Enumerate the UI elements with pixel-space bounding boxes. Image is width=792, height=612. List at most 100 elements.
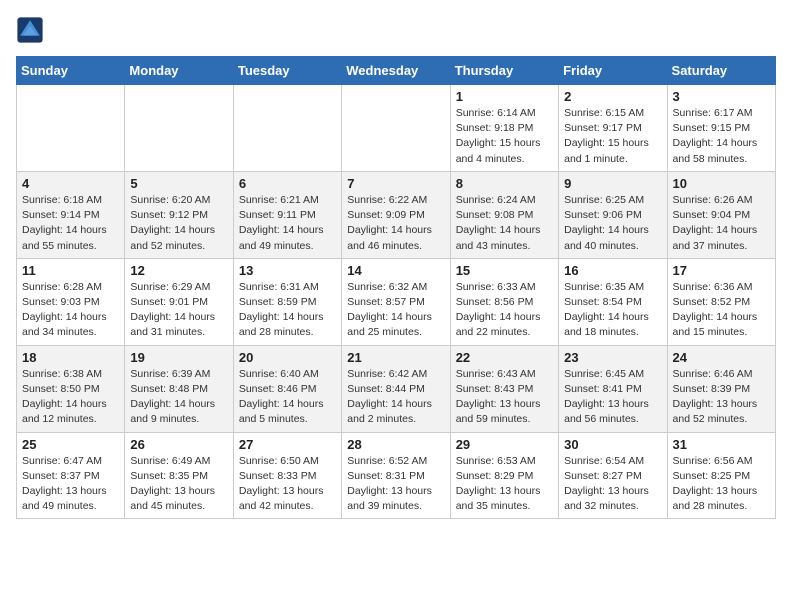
day-number: 18: [22, 350, 119, 365]
day-number: 4: [22, 176, 119, 191]
day-number: 14: [347, 263, 444, 278]
calendar-cell: 1Sunrise: 6:14 AM Sunset: 9:18 PM Daylig…: [450, 85, 558, 172]
day-number: 25: [22, 437, 119, 452]
calendar-cell: 4 Sunrise: 6:18 AM Sunset: 9:14 PM Daylig…: [17, 171, 125, 258]
day-info: Sunrise: 6:31 AM Sunset: 8:59 PM Dayligh…: [239, 280, 336, 341]
day-info: Sunrise: 6:39 AM Sunset: 8:48 PM Dayligh…: [130, 367, 227, 428]
day-number: 27: [239, 437, 336, 452]
day-number: 19: [130, 350, 227, 365]
day-number: 8: [456, 176, 553, 191]
day-info: Sunrise: 6:33 AM Sunset: 8:56 PM Dayligh…: [456, 280, 553, 341]
calendar-cell: [17, 85, 125, 172]
week-row-4: 18 Sunrise: 6:38 AM Sunset: 8:50 PM Dayli…: [17, 345, 776, 432]
day-info: Sunrise: 6:24 AM Sunset: 9:08 PM Dayligh…: [456, 193, 553, 254]
calendar-cell: 16 Sunrise: 6:35 AM Sunset: 8:54 PM Dayli…: [559, 258, 667, 345]
calendar-cell: 2 Sunrise: 6:15 AM Sunset: 9:17 PM Daylig…: [559, 85, 667, 172]
day-info: Sunrise: 6:52 AM Sunset: 8:31 PM Dayligh…: [347, 454, 444, 515]
col-header-thursday: Thursday: [450, 57, 558, 85]
day-number: 22: [456, 350, 553, 365]
day-number: 13: [239, 263, 336, 278]
calendar-cell: 31Sunrise: 6:56 AM Sunset: 8:25 PM Dayli…: [667, 432, 775, 519]
calendar-cell: 28 Sunrise: 6:52 AM Sunset: 8:31 PM Dayli…: [342, 432, 450, 519]
calendar-cell: 18 Sunrise: 6:38 AM Sunset: 8:50 PM Dayli…: [17, 345, 125, 432]
day-number: 6: [239, 176, 336, 191]
day-info: Sunrise: 6:56 AM Sunset: 8:25 PM Dayligh…: [673, 454, 770, 515]
week-row-2: 4 Sunrise: 6:18 AM Sunset: 9:14 PM Daylig…: [17, 171, 776, 258]
calendar-cell: 25Sunrise: 6:47 AM Sunset: 8:37 PM Dayli…: [17, 432, 125, 519]
calendar-cell: [233, 85, 341, 172]
calendar-cell: 11 Sunrise: 6:28 AM Sunset: 9:03 PM Dayli…: [17, 258, 125, 345]
week-row-5: 25Sunrise: 6:47 AM Sunset: 8:37 PM Dayli…: [17, 432, 776, 519]
day-info: Sunrise: 6:42 AM Sunset: 8:44 PM Dayligh…: [347, 367, 444, 428]
day-number: 2: [564, 89, 661, 104]
day-info: Sunrise: 6:45 AM Sunset: 8:41 PM Dayligh…: [564, 367, 661, 428]
calendar-cell: 24 Sunrise: 6:46 AM Sunset: 8:39 PM Dayli…: [667, 345, 775, 432]
day-info: Sunrise: 6:53 AM Sunset: 8:29 PM Dayligh…: [456, 454, 553, 515]
day-number: 1: [456, 89, 553, 104]
day-number: 16: [564, 263, 661, 278]
calendar-cell: 23 Sunrise: 6:45 AM Sunset: 8:41 PM Dayli…: [559, 345, 667, 432]
calendar-cell: 8 Sunrise: 6:24 AM Sunset: 9:08 PM Daylig…: [450, 171, 558, 258]
day-info: Sunrise: 6:46 AM Sunset: 8:39 PM Dayligh…: [673, 367, 770, 428]
day-number: 30: [564, 437, 661, 452]
header-row: SundayMondayTuesdayWednesdayThursdayFrid…: [17, 57, 776, 85]
calendar-cell: 30Sunrise: 6:54 AM Sunset: 8:27 PM Dayli…: [559, 432, 667, 519]
col-header-monday: Monday: [125, 57, 233, 85]
calendar-cell: [125, 85, 233, 172]
calendar-cell: 6 Sunrise: 6:21 AM Sunset: 9:11 PM Daylig…: [233, 171, 341, 258]
day-info: Sunrise: 6:49 AM Sunset: 8:35 PM Dayligh…: [130, 454, 227, 515]
calendar-cell: 27 Sunrise: 6:50 AM Sunset: 8:33 PM Dayli…: [233, 432, 341, 519]
day-number: 15: [456, 263, 553, 278]
day-info: Sunrise: 6:28 AM Sunset: 9:03 PM Dayligh…: [22, 280, 119, 341]
col-header-wednesday: Wednesday: [342, 57, 450, 85]
day-info: Sunrise: 6:15 AM Sunset: 9:17 PM Dayligh…: [564, 106, 661, 167]
week-row-1: 1Sunrise: 6:14 AM Sunset: 9:18 PM Daylig…: [17, 85, 776, 172]
day-number: 5: [130, 176, 227, 191]
calendar-cell: 15 Sunrise: 6:33 AM Sunset: 8:56 PM Dayli…: [450, 258, 558, 345]
day-info: Sunrise: 6:40 AM Sunset: 8:46 PM Dayligh…: [239, 367, 336, 428]
calendar-cell: 12Sunrise: 6:29 AM Sunset: 9:01 PM Dayli…: [125, 258, 233, 345]
day-number: 9: [564, 176, 661, 191]
day-info: Sunrise: 6:21 AM Sunset: 9:11 PM Dayligh…: [239, 193, 336, 254]
calendar-cell: 3Sunrise: 6:17 AM Sunset: 9:15 PM Daylig…: [667, 85, 775, 172]
calendar-cell: 10 Sunrise: 6:26 AM Sunset: 9:04 PM Dayli…: [667, 171, 775, 258]
calendar-cell: 29 Sunrise: 6:53 AM Sunset: 8:29 PM Dayli…: [450, 432, 558, 519]
day-number: 10: [673, 176, 770, 191]
calendar-cell: 22 Sunrise: 6:43 AM Sunset: 8:43 PM Dayli…: [450, 345, 558, 432]
calendar-cell: 26 Sunrise: 6:49 AM Sunset: 8:35 PM Dayli…: [125, 432, 233, 519]
day-info: Sunrise: 6:43 AM Sunset: 8:43 PM Dayligh…: [456, 367, 553, 428]
calendar-cell: 7Sunrise: 6:22 AM Sunset: 9:09 PM Daylig…: [342, 171, 450, 258]
day-number: 23: [564, 350, 661, 365]
day-number: 29: [456, 437, 553, 452]
day-info: Sunrise: 6:38 AM Sunset: 8:50 PM Dayligh…: [22, 367, 119, 428]
day-info: Sunrise: 6:25 AM Sunset: 9:06 PM Dayligh…: [564, 193, 661, 254]
calendar-cell: 5 Sunrise: 6:20 AM Sunset: 9:12 PM Daylig…: [125, 171, 233, 258]
col-header-saturday: Saturday: [667, 57, 775, 85]
calendar-cell: 13 Sunrise: 6:31 AM Sunset: 8:59 PM Dayli…: [233, 258, 341, 345]
logo: [16, 16, 48, 44]
day-number: 17: [673, 263, 770, 278]
day-info: Sunrise: 6:26 AM Sunset: 9:04 PM Dayligh…: [673, 193, 770, 254]
calendar-cell: 14 Sunrise: 6:32 AM Sunset: 8:57 PM Dayli…: [342, 258, 450, 345]
day-info: Sunrise: 6:50 AM Sunset: 8:33 PM Dayligh…: [239, 454, 336, 515]
calendar-cell: 17 Sunrise: 6:36 AM Sunset: 8:52 PM Dayli…: [667, 258, 775, 345]
day-info: Sunrise: 6:32 AM Sunset: 8:57 PM Dayligh…: [347, 280, 444, 341]
day-number: 20: [239, 350, 336, 365]
day-number: 11: [22, 263, 119, 278]
day-number: 28: [347, 437, 444, 452]
day-info: Sunrise: 6:22 AM Sunset: 9:09 PM Dayligh…: [347, 193, 444, 254]
day-info: Sunrise: 6:20 AM Sunset: 9:12 PM Dayligh…: [130, 193, 227, 254]
calendar-cell: 21Sunrise: 6:42 AM Sunset: 8:44 PM Dayli…: [342, 345, 450, 432]
calendar-cell: 19 Sunrise: 6:39 AM Sunset: 8:48 PM Dayli…: [125, 345, 233, 432]
day-info: Sunrise: 6:36 AM Sunset: 8:52 PM Dayligh…: [673, 280, 770, 341]
day-info: Sunrise: 6:18 AM Sunset: 9:14 PM Dayligh…: [22, 193, 119, 254]
col-header-tuesday: Tuesday: [233, 57, 341, 85]
day-info: Sunrise: 6:35 AM Sunset: 8:54 PM Dayligh…: [564, 280, 661, 341]
day-number: 24: [673, 350, 770, 365]
day-info: Sunrise: 6:29 AM Sunset: 9:01 PM Dayligh…: [130, 280, 227, 341]
week-row-3: 11 Sunrise: 6:28 AM Sunset: 9:03 PM Dayli…: [17, 258, 776, 345]
logo-icon: [16, 16, 44, 44]
day-number: 26: [130, 437, 227, 452]
col-header-friday: Friday: [559, 57, 667, 85]
calendar-table: SundayMondayTuesdayWednesdayThursdayFrid…: [16, 56, 776, 519]
